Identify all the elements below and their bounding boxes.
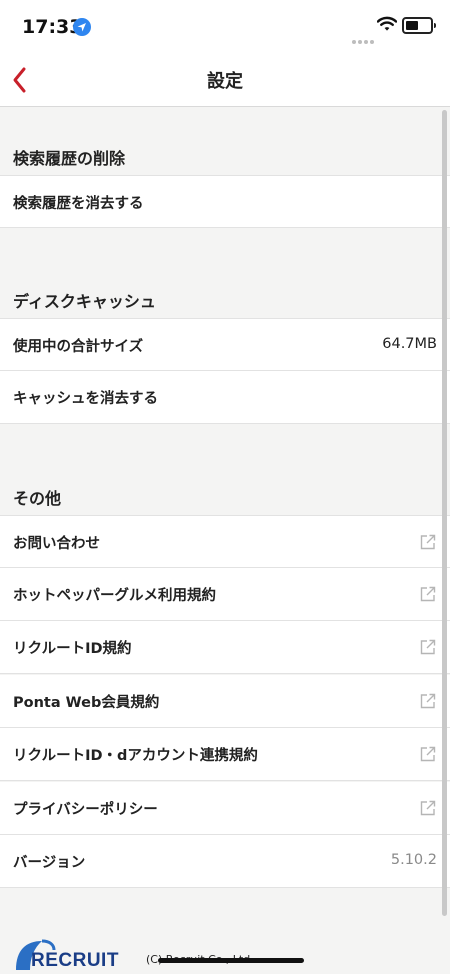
- row-label: リクルートID・dアカウント連携規約: [13, 748, 258, 764]
- row-label: キャッシュを消去する: [13, 391, 158, 407]
- row-label: リクルートID規約: [13, 641, 132, 657]
- row-label: 検索履歴を消去する: [13, 196, 144, 212]
- location-arrow-icon: [73, 18, 91, 36]
- external-link-icon: [420, 746, 436, 762]
- row-label: バージョン: [13, 855, 86, 871]
- section-header-disk-cache: ディスクキャッシュ: [13, 292, 156, 311]
- page-title: 設定: [207, 71, 243, 92]
- scrollbar[interactable]: [442, 110, 447, 916]
- clear-search-history-row[interactable]: 検索履歴を消去する: [0, 175, 450, 228]
- version-row: バージョン 5.10.2: [0, 835, 450, 888]
- hotpepper-terms-row[interactable]: ホットペッパーグルメ利用規約: [0, 568, 450, 621]
- row-label: ホットペッパーグルメ利用規約: [13, 588, 216, 604]
- home-indicator: [158, 958, 304, 963]
- row-label: お問い合わせ: [13, 536, 100, 552]
- row-label: プライバシーポリシー: [13, 802, 158, 818]
- ponta-web-terms-row[interactable]: Ponta Web会員規約: [0, 675, 450, 728]
- row-label: Ponta Web会員規約: [13, 695, 160, 711]
- cache-size-value: 64.7MB: [382, 336, 437, 352]
- cellular-signal-icon: [352, 29, 376, 48]
- external-link-icon: [420, 586, 436, 602]
- wifi-icon: [376, 16, 398, 36]
- clear-cache-row[interactable]: キャッシュを消去する: [0, 371, 450, 424]
- section-header-history: 検索履歴の削除: [13, 149, 126, 168]
- version-value: 5.10.2: [390, 852, 437, 868]
- privacy-policy-row[interactable]: プライバシーポリシー: [0, 782, 450, 835]
- d-account-link-terms-row[interactable]: リクルートID・dアカウント連携規約: [0, 728, 450, 781]
- status-bar: 17:33: [0, 0, 450, 54]
- recruit-id-terms-row[interactable]: リクルートID規約: [0, 621, 450, 674]
- contact-row[interactable]: お問い合わせ: [0, 515, 450, 568]
- footer-logo-text: RECRUIT: [31, 950, 119, 971]
- external-link-icon: [420, 639, 436, 655]
- external-link-icon: [420, 534, 436, 550]
- external-link-icon: [420, 693, 436, 709]
- external-link-icon: [420, 800, 436, 816]
- row-label: 使用中の合計サイズ: [13, 339, 144, 355]
- navigation-bar: 設定: [0, 54, 450, 107]
- battery-icon: [402, 17, 436, 34]
- section-header-other: その他: [13, 489, 62, 508]
- cache-size-row: 使用中の合計サイズ 64.7MB: [0, 318, 450, 371]
